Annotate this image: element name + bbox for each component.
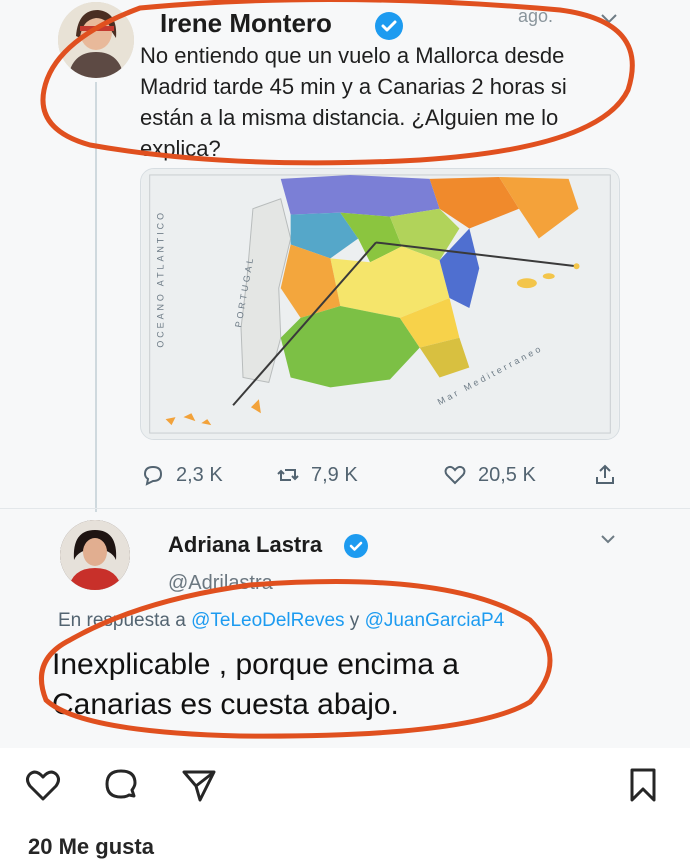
chevron-down-icon[interactable] (598, 10, 620, 28)
reply-and: y (349, 610, 360, 631)
reply-mention-link[interactable]: @JuanGarciaP4 (365, 610, 505, 631)
heart-icon (444, 465, 466, 485)
send-icon[interactable] (180, 766, 218, 804)
tweet-divider (0, 508, 690, 509)
retweet-count: 7,9 K (311, 463, 358, 486)
retweet-button[interactable]: 7,9 K (275, 462, 358, 488)
bookmark-icon[interactable] (624, 766, 662, 804)
thread-line (95, 82, 97, 512)
share-button[interactable] (592, 462, 618, 488)
tweet1-actions: 2,3 K 7,9 K 20,5 K (140, 462, 620, 498)
like-count: 20,5 K (478, 463, 536, 486)
verified-badge-icon (375, 12, 403, 40)
map-illustration: OCEANO ATLANTICO PORTUGAL Mar Mediterran… (141, 169, 619, 439)
verified-badge-icon (344, 534, 368, 558)
tweet1-author-name[interactable]: Irene Montero (160, 8, 332, 39)
reply-icon (143, 465, 163, 486)
spain-map-image[interactable]: OCEANO ATLANTICO PORTUGAL Mar Mediterran… (140, 168, 620, 440)
tweet2-handle[interactable]: @Adrilastra (168, 572, 273, 595)
irene-avatar[interactable] (58, 2, 134, 78)
avatar-portrait (60, 520, 130, 590)
tweet1-timestamp[interactable]: ago. (518, 6, 553, 27)
tweet1-text: No entiendo que un vuelo a Mallorca desd… (140, 43, 567, 161)
reply-mention-link[interactable]: @TeLeoDelReves (191, 610, 344, 631)
reply-button[interactable]: 2,3 K (140, 462, 223, 488)
adriana-avatar[interactable] (60, 520, 130, 590)
likes-count[interactable]: 20 Me gusta (28, 834, 154, 860)
share-icon (596, 464, 614, 484)
like-button[interactable]: 20,5 K (442, 462, 536, 488)
tweet2-text: Inexplicable , porque encima a Canarias … (52, 648, 459, 721)
reply-count: 2,3 K (176, 463, 223, 486)
instagram-action-bar: 20 Me gusta (0, 748, 690, 867)
screenshot-image: Irene Montero ago. No entiendo que un vu… (0, 0, 690, 748)
heart-icon[interactable] (24, 766, 62, 804)
comment-icon[interactable] (102, 766, 140, 804)
map-ocean-label: OCEANO ATLANTICO (156, 210, 166, 348)
retweet-icon (277, 469, 299, 481)
avatar-portrait (58, 2, 134, 78)
reply-prefix: En respuesta a (58, 610, 186, 631)
tweet2-author-name[interactable]: Adriana Lastra (168, 532, 322, 558)
reply-context: En respuesta a @TeLeoDelReves y @JuanGar… (58, 610, 504, 632)
chevron-down-icon[interactable] (598, 532, 618, 548)
